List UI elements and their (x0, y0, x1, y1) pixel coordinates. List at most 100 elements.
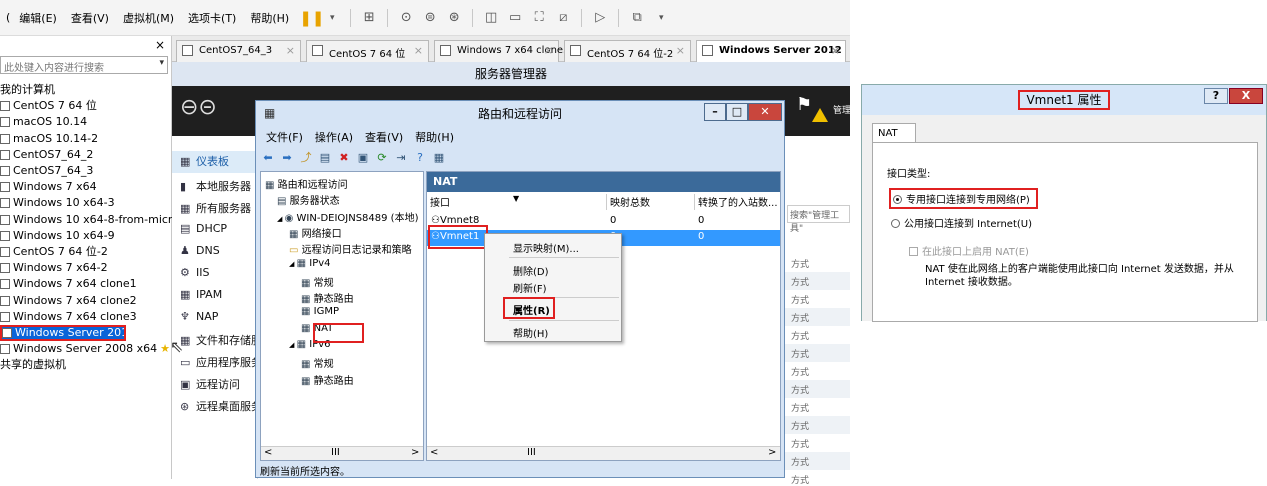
tools-search-input[interactable]: 搜索"管理工具" (787, 205, 850, 234)
scroll-right-icon[interactable]: > (411, 447, 419, 458)
library-vm-item[interactable]: Windows 10 x64-8-from-micro (0, 212, 172, 228)
enable-nat-wrap[interactable]: 在此接口上启用 NAT(E) (909, 243, 1029, 258)
tool-row-text[interactable]: 方式 (791, 473, 809, 486)
vm-tab[interactable]: Windows 7 x64 clone3 × (434, 40, 569, 62)
vm-tab[interactable]: CentOS 7 64 位-2 × (564, 40, 691, 62)
rras-tree-node[interactable]: ▦ 常规 (301, 274, 334, 289)
tool-row-text[interactable]: 方式 (791, 311, 809, 324)
sm-sidebar-item[interactable]: ▦ 仪表板 (172, 151, 258, 173)
chevron-down-icon[interactable]: ▾ (323, 10, 341, 26)
tool-row-text[interactable]: 方式 (791, 365, 809, 378)
tool-row-text[interactable]: 方式 (791, 347, 809, 360)
snapshot-icon[interactable]: ⊙ (397, 10, 415, 26)
scroll-left-icon[interactable]: < (264, 447, 272, 458)
library-vm-item[interactable]: Windows 7 x64 clone2 (0, 292, 172, 308)
sm-sidebar-item[interactable]: ♆ NAP (180, 310, 218, 323)
horizontal-scrollbar[interactable]: < III > (427, 446, 780, 460)
rras-tree-node[interactable]: ▭ 远程访问日志记录和策略 (289, 241, 412, 256)
menu-delete[interactable]: 删除(D) (513, 263, 549, 278)
tool-row-text[interactable]: 方式 (791, 455, 809, 468)
chevron-down-icon[interactable]: ▾ (159, 58, 164, 68)
refresh-icon[interactable]: ⟳ (374, 151, 390, 165)
option-private-wrap[interactable]: 专用接口连接到专用网络(P) (889, 188, 1038, 209)
library-vm-item[interactable]: CentOS 7 64 位-2 (0, 244, 172, 260)
console-view-icon[interactable]: ▭ (506, 10, 524, 26)
tool-row-text[interactable]: 方式 (791, 383, 809, 396)
fullscreen-icon[interactable]: ⛶ (530, 10, 548, 26)
menu-refresh[interactable]: 刷新(F) (513, 280, 547, 295)
tool-row-text[interactable]: 方式 (791, 437, 809, 450)
scroll-left-icon[interactable]: < (430, 447, 438, 458)
vm-tab[interactable]: CentOS 7 64 位 × (306, 40, 429, 62)
radio-public[interactable] (891, 219, 900, 228)
library-vm-item[interactable]: Windows 7 x64 clone1 (0, 276, 172, 292)
option-public-wrap[interactable]: 公用接口连接到 Internet(U) (891, 215, 1032, 230)
vm-tab[interactable]: CentOS7_64_3 × (176, 40, 301, 62)
snapshot-manager-icon[interactable]: ⊛ (445, 10, 463, 26)
horizontal-scrollbar[interactable]: < III > (261, 446, 423, 460)
tool-row-text[interactable]: 方式 (791, 257, 809, 270)
sm-sidebar-item[interactable]: ⊛ 远程桌面服务 (180, 398, 262, 414)
expand-icon[interactable]: ◢ (277, 215, 285, 223)
close-button[interactable]: ✕ (748, 103, 782, 121)
tool-row-text[interactable]: 方式 (791, 293, 809, 306)
library-vm-item[interactable]: CentOS 7 64 位 (0, 98, 172, 114)
menu-tabs[interactable]: 选项卡(T) (181, 10, 243, 26)
library-search-input[interactable]: 此处键入内容进行搜索 ▾ (0, 56, 168, 74)
library-vm-item[interactable]: Windows Server 2012 (0, 324, 126, 341)
sidebar-view-icon[interactable]: ◫ (482, 10, 500, 26)
menu-vm[interactable]: 虚拟机(M) (116, 10, 181, 26)
library-vm-item[interactable]: macOS 10.14 (0, 114, 172, 130)
library-group[interactable]: 我的计算机 (0, 82, 172, 98)
rras-tree-node[interactable]: ◢ ▦ IPv4 (289, 258, 331, 269)
close-icon[interactable]: × (286, 44, 295, 57)
network-icon[interactable]: ⊞ (360, 10, 378, 26)
scroll-thumb[interactable]: III (331, 447, 340, 458)
tool-row-text[interactable]: 方式 (791, 401, 809, 414)
rras-tree-node[interactable]: ▤ 服务器状态 (277, 192, 340, 207)
menu-view[interactable]: 查看(V) (359, 128, 409, 146)
rras-tree-node[interactable]: ▦ 网络接口 (289, 225, 342, 240)
console-icon[interactable]: ▦ (431, 151, 447, 165)
close-button[interactable]: X (1229, 88, 1263, 104)
close-icon[interactable]: × (544, 44, 553, 57)
snapshot-revert-icon[interactable]: ⊜ (421, 10, 439, 26)
expand-icon[interactable]: ◢ (289, 341, 297, 349)
help-icon[interactable]: ? (412, 151, 428, 165)
export-icon[interactable]: ⇥ (393, 151, 409, 165)
minimize-button[interactable]: – (704, 103, 726, 121)
rras-tree-node[interactable]: ▦ 静态路由 (301, 290, 354, 305)
flag-icon[interactable]: ⚑ (796, 94, 812, 115)
maximize-button[interactable]: □ (726, 103, 748, 121)
terminal-icon[interactable]: ▷ (591, 10, 609, 26)
sm-sidebar-item[interactable]: ▦ IPAM (180, 288, 222, 301)
menu-help[interactable]: 帮助(H) (409, 128, 460, 146)
column-interface[interactable]: 接口 ▼ (427, 194, 607, 210)
sm-sidebar-item[interactable]: ⚙ IIS (180, 266, 209, 279)
column-mappings[interactable]: 映射总数 (607, 194, 695, 210)
expand-icon[interactable]: ◢ (289, 260, 297, 268)
close-icon[interactable]: × (155, 38, 165, 52)
tool-row-text[interactable]: 方式 (791, 329, 809, 342)
menu-file[interactable]: 文件(F) (260, 128, 309, 146)
forward-icon[interactable]: ➡ (279, 151, 295, 165)
tool-row-text[interactable]: 方式 (791, 419, 809, 432)
stretch-view-icon[interactable]: ⧉ (628, 10, 646, 26)
rras-tree-node[interactable]: ◢ ◉ WIN-DEIOJNS8489 (本地) (277, 209, 419, 224)
properties-icon[interactable]: ▣ (355, 151, 371, 165)
close-icon[interactable]: × (414, 44, 423, 57)
tool-row-text[interactable]: 方式 (791, 275, 809, 288)
radio-private[interactable] (893, 195, 902, 204)
delete-icon[interactable]: ✖ (336, 151, 352, 165)
favorite-star-icon[interactable]: ★ (160, 341, 170, 357)
menu-show-mappings[interactable]: 显示映射(M)... (513, 240, 579, 255)
manage-menu[interactable]: 管理 (833, 103, 851, 116)
tab-nat[interactable]: NAT (872, 123, 916, 143)
library-vm-item[interactable]: Windows Server 2008 x64 ★ (0, 341, 172, 357)
library-vm-item[interactable]: Windows 10 x64-9 (0, 228, 172, 244)
back-icon[interactable]: ⬅ (260, 151, 276, 165)
vm-tab[interactable]: Windows Server 2012 × (696, 40, 846, 62)
pause-icon[interactable]: ❚❚ (299, 10, 324, 26)
sm-sidebar-item[interactable]: ♟ DNS (180, 244, 220, 257)
unity-icon[interactable]: ⧄ (554, 10, 572, 26)
